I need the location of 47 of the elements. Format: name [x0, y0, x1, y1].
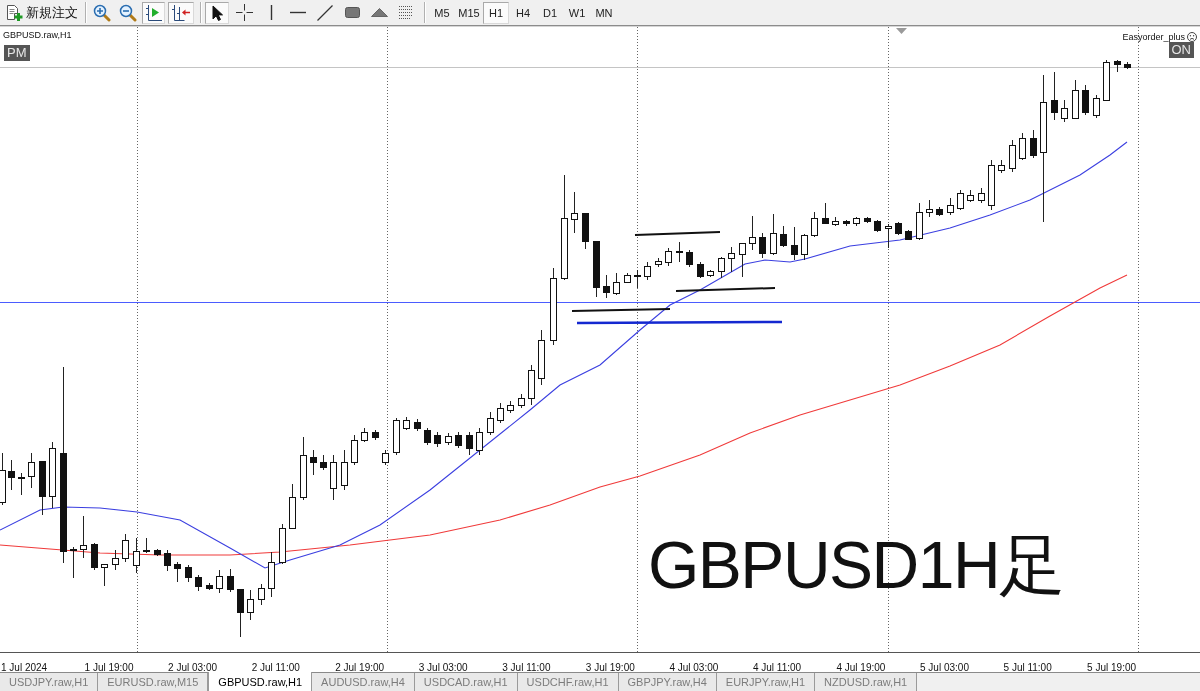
- chart-tab[interactable]: EURUSD.raw,M15: [98, 673, 209, 691]
- chart-tab[interactable]: AUDUSD.raw,H4: [312, 673, 415, 691]
- time-label: 5 Jul 19:00: [1087, 662, 1137, 672]
- chart-shift-button[interactable]: [142, 1, 165, 24]
- chart-tab[interactable]: GBPUSD.raw,H1: [208, 672, 313, 691]
- time-label: 3 Jul 03:00: [418, 662, 468, 672]
- chart-tab[interactable]: USDCHF.raw,H1: [517, 673, 619, 691]
- time-label: 2 Jul 03:00: [168, 662, 218, 672]
- chart-tab[interactable]: GBPJPY.raw,H4: [618, 673, 717, 691]
- timeframe-button[interactable]: M15: [456, 1, 482, 24]
- auto-scroll-button[interactable]: [168, 1, 194, 24]
- time-label: 4 Jul 19:00: [836, 662, 886, 672]
- horizontal-line-icon: [290, 11, 306, 14]
- timeframe-button[interactable]: H1: [483, 1, 509, 24]
- time-label: 2 Jul 19:00: [335, 662, 385, 672]
- time-label: 5 Jul 11:00: [1003, 662, 1052, 672]
- timeframe-button[interactable]: H4: [510, 1, 536, 24]
- time-label: 3 Jul 19:00: [585, 662, 635, 672]
- timeframe-button[interactable]: MN: [591, 1, 617, 24]
- time-label: 1 Jul 2024: [1, 662, 48, 672]
- time-label: 4 Jul 03:00: [669, 662, 719, 672]
- time-label: 4 Jul 11:00: [752, 662, 802, 672]
- time-label: 2 Jul 11:00: [251, 662, 300, 672]
- chart-tab[interactable]: NZDUSD.raw,H1: [815, 673, 918, 691]
- time-label: 3 Jul 11:00: [502, 662, 551, 672]
- rectangle-icon: [344, 7, 360, 18]
- zoom-out-icon: [118, 3, 137, 22]
- pointer-icon: [211, 4, 223, 21]
- new-order-button[interactable]: 新規注文: [3, 1, 82, 24]
- timeframe-button[interactable]: D1: [537, 1, 563, 24]
- timeframe-button[interactable]: M5: [429, 1, 455, 24]
- time-label: 1 Jul 19:00: [84, 662, 134, 672]
- timeframe-button[interactable]: W1: [564, 1, 590, 24]
- chart-tab[interactable]: USDCAD.raw,H1: [414, 673, 518, 691]
- vertical-line-icon: [269, 5, 273, 20]
- time-label: 5 Jul 03:00: [920, 662, 969, 672]
- chart-tab[interactable]: USDJPY.raw,H1: [0, 673, 99, 691]
- triangle-icon: [370, 8, 388, 17]
- document-plus-icon: [6, 4, 23, 21]
- axis-left-arrow-icon: [171, 4, 191, 21]
- zoom-in-icon: [92, 3, 111, 22]
- dotted-lines-icon: [399, 5, 413, 20]
- cursor-button[interactable]: [205, 1, 229, 24]
- chart-tab[interactable]: EURJPY.raw,H1: [716, 673, 816, 691]
- axis-right-arrow-icon: [145, 4, 162, 21]
- crosshair-icon: [235, 4, 253, 21]
- diagonal-line-icon: [317, 4, 333, 21]
